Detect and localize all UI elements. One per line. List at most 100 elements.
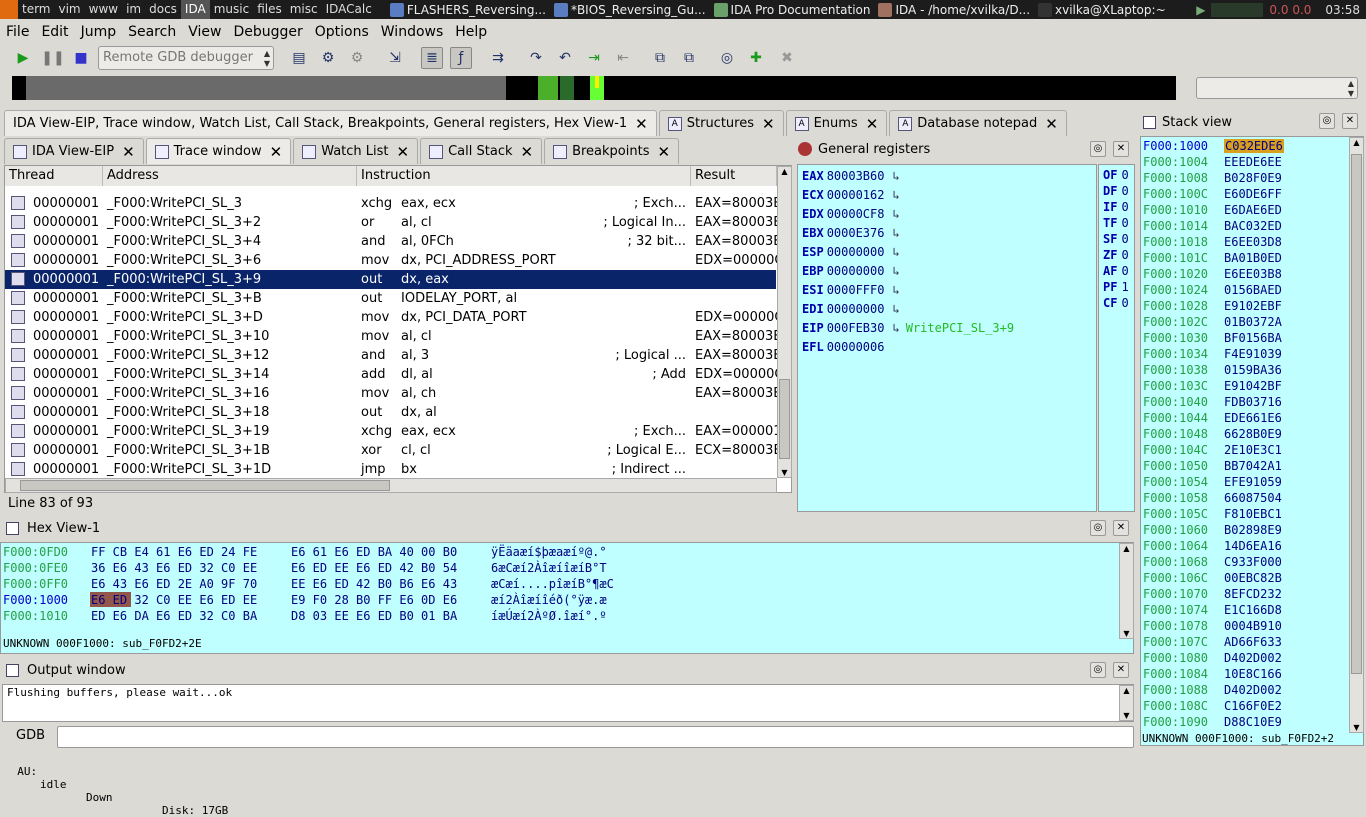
stack-row[interactable]: F000:100C E60DE6FF	[1143, 186, 1282, 202]
menu-help[interactable]: Help	[449, 24, 493, 40]
register-esi[interactable]: ESI 0000FFF0 ↳	[802, 281, 900, 300]
stack-row[interactable]: F000:103C E91042BF	[1143, 378, 1282, 394]
step-into-icon[interactable]: ⇉	[487, 47, 509, 69]
register-ebx[interactable]: EBX 0000E376 ↳	[802, 224, 900, 243]
stack-row[interactable]: F000:1068 C933F000	[1143, 554, 1282, 570]
jump-arrow-icon[interactable]: ↳	[892, 283, 899, 297]
trace-row[interactable]: 00000001 _F000:WritePCI_SL_3+4 and al, 0FCh…	[5, 232, 777, 251]
stack-row[interactable]: F000:1070 8EFCD232	[1143, 586, 1282, 602]
scroll-down-icon[interactable]: ▼	[1120, 629, 1133, 638]
task-item[interactable]: *BIOS_Reversing_Gu...	[550, 0, 710, 19]
trace-row[interactable]: 00000001 _F000:WritePCI_SL_3+9 out dx, eax	[5, 270, 776, 289]
scroll-up-icon[interactable]: ▲	[1350, 138, 1363, 147]
output-scrollbar[interactable]: ▲ ▼	[1119, 685, 1134, 721]
task-item[interactable]: xvilka@XLaptop:~	[1034, 0, 1170, 19]
trace-functions-icon[interactable]: ƒ	[450, 47, 472, 69]
jump-arrow-icon[interactable]: ↳	[892, 302, 899, 316]
step-over-icon[interactable]: ↷	[525, 47, 547, 69]
trace-row[interactable]: 00000001 _F000:WritePCI_SL_3+12 and al, 3 ; …	[5, 346, 777, 365]
register-value[interactable]: 0000E376	[827, 226, 885, 240]
jump-arrow-icon[interactable]: ↳	[892, 188, 899, 202]
nav-band-select[interactable]: ▲ ▼	[1196, 77, 1358, 99]
trace-vertical-scrollbar[interactable]: ▲ ▼	[777, 166, 792, 478]
trace-row[interactable]: 00000001 _F000:WritePCI_SL_3 xchg eax, ecx;…	[5, 194, 777, 213]
trace-row[interactable]: 00000001 _F000:WritePCI_SL_3+16 mov al, ch E…	[5, 384, 777, 403]
step-icon[interactable]: ⇲	[384, 47, 406, 69]
stack-row[interactable]: F000:1014 BAC032ED	[1143, 218, 1282, 234]
flag-of[interactable]: OF 0	[1103, 167, 1129, 183]
register-value[interactable]: 00000162	[827, 188, 885, 202]
hexview-float-button[interactable]: ◎	[1090, 520, 1106, 536]
tab-top-2[interactable]: A Enums ✕	[785, 110, 888, 136]
jump-arrow-icon[interactable]: ↳	[892, 321, 899, 335]
hex-row[interactable]: F000:0FD0 FF CB E4 61 E6 ED 24 FE E6 61 E6…	[3, 544, 607, 560]
close-icon[interactable]: ✕	[521, 143, 534, 161]
flag-pf[interactable]: PF 1	[1103, 279, 1129, 295]
trace-row[interactable]: 00000001 _F000:WritePCI_SL_3+B out IODELAY_…	[5, 289, 776, 308]
stack-row[interactable]: F000:106C 00EBC82B	[1143, 570, 1282, 586]
play-icon[interactable]: ▶	[1196, 3, 1205, 17]
stack-scrollbar[interactable]: ▲ ▼	[1349, 137, 1364, 733]
trace-row[interactable]: 00000001 _F000:WritePCI_SL_3+18 out dx, al	[5, 403, 776, 422]
jump-arrow-icon[interactable]: ↳	[892, 245, 899, 259]
register-value[interactable]: 000FEB30	[827, 321, 885, 335]
stack-float-button[interactable]: ◎	[1319, 113, 1335, 129]
modules-icon[interactable]: ⧉	[649, 47, 671, 69]
stack-row[interactable]: F000:1090 D88C10E9	[1143, 714, 1282, 730]
scroll-down-icon[interactable]: ▼	[778, 468, 791, 477]
register-value[interactable]: 00000000	[827, 264, 885, 278]
register-value[interactable]: 80003B60	[827, 169, 885, 183]
hex-row[interactable]: F000:1010 ED E6 DA E6 ED 32 C0 BA D8 03 EE…	[3, 608, 607, 624]
register-esp[interactable]: ESP 00000000 ↳	[802, 243, 900, 262]
stack-row[interactable]: F000:1034 F4E91039	[1143, 346, 1282, 362]
stack-row[interactable]: F000:1024 0156BAED	[1143, 282, 1282, 298]
navigation-band[interactable]	[12, 76, 1176, 100]
trace-row[interactable]: 00000001 _F000:WritePCI_SL_3+2 or al, cl ; L…	[5, 213, 777, 232]
stack-row[interactable]: F000:102C 01B0372A	[1143, 314, 1282, 330]
tab-top-1[interactable]: A Structures ✕	[658, 110, 784, 136]
step-back-icon[interactable]: ⇤	[612, 47, 634, 69]
stack-row[interactable]: F000:1060 B02898E9	[1143, 522, 1282, 538]
output-float-button[interactable]: ◎	[1090, 662, 1106, 678]
jump-arrow-icon[interactable]: ↳	[892, 264, 899, 278]
hexview-close-button[interactable]: ✕	[1113, 520, 1129, 536]
close-icon[interactable]: ✕	[270, 143, 283, 161]
flag-zf[interactable]: ZF 0	[1103, 247, 1129, 263]
attach-icon[interactable]: ⚙	[317, 47, 339, 69]
delete-breakpoint-icon[interactable]: ✖	[776, 47, 798, 69]
workspace-tag-ida[interactable]: IDA	[180, 0, 210, 19]
stack-row[interactable]: F000:1080 D402D002	[1143, 650, 1282, 666]
jump-arrow-icon[interactable]: ↳	[892, 169, 899, 183]
menu-view[interactable]: View	[182, 24, 227, 40]
add-breakpoint-icon[interactable]: ✚	[745, 47, 767, 69]
stack-row[interactable]: F000:1018 E6EE03D8	[1143, 234, 1282, 250]
trace-row[interactable]: 00000001 _F000:WritePCI_SL_3+14 add dl, al;…	[5, 365, 777, 384]
tab-call-stack[interactable]: Call Stack ✕	[420, 138, 543, 164]
stack-row[interactable]: F000:1004 EEEDE6EE	[1143, 154, 1282, 170]
jump-arrow-icon[interactable]: ↳	[892, 207, 899, 221]
jump-arrow-icon[interactable]: ↳	[892, 226, 899, 240]
stack-row[interactable]: F000:1044 EDE661E6	[1143, 410, 1282, 426]
scroll-thumb[interactable]	[779, 379, 790, 459]
close-icon[interactable]: ✕	[657, 143, 670, 161]
start-debug-icon[interactable]: ▶	[12, 47, 34, 69]
task-item[interactable]: IDA - /home/xvilka/D...	[874, 0, 1034, 19]
stack-row[interactable]: F000:1028 E9102EBF	[1143, 298, 1282, 314]
hex-row[interactable]: F000:0FE0 36 E6 43 E6 ED 32 C0 EE E6 ED EE…	[3, 560, 607, 576]
close-icon[interactable]: ✕	[866, 115, 879, 133]
workspace-tag-files[interactable]: files	[253, 0, 286, 19]
stack-row[interactable]: F000:1074 E1C166D8	[1143, 602, 1282, 618]
trace-row[interactable]: 00000001 _F000:WritePCI_SL_3+1B xor cl, cl;…	[5, 441, 777, 460]
workspace-tag-term[interactable]: term	[18, 0, 55, 19]
stack-close-button[interactable]: ✕	[1342, 113, 1358, 129]
scroll-down-icon[interactable]: ▼	[1350, 723, 1363, 732]
close-icon[interactable]: ✕	[397, 143, 410, 161]
stack-row[interactable]: F000:1030 BF0156BA	[1143, 330, 1282, 346]
task-item[interactable]: FLASHERS_Reversing...	[386, 0, 550, 19]
register-value[interactable]: 00000000	[827, 302, 885, 316]
menu-windows[interactable]: Windows	[375, 24, 450, 40]
hex-scrollbar[interactable]: ▲ ▼	[1119, 543, 1134, 639]
stack-row[interactable]: F000:1020 E6EE03B8	[1143, 266, 1282, 282]
stack-row[interactable]: F000:1048 6628B0E9	[1143, 426, 1282, 442]
registers-float-button[interactable]: ◎	[1090, 141, 1106, 157]
